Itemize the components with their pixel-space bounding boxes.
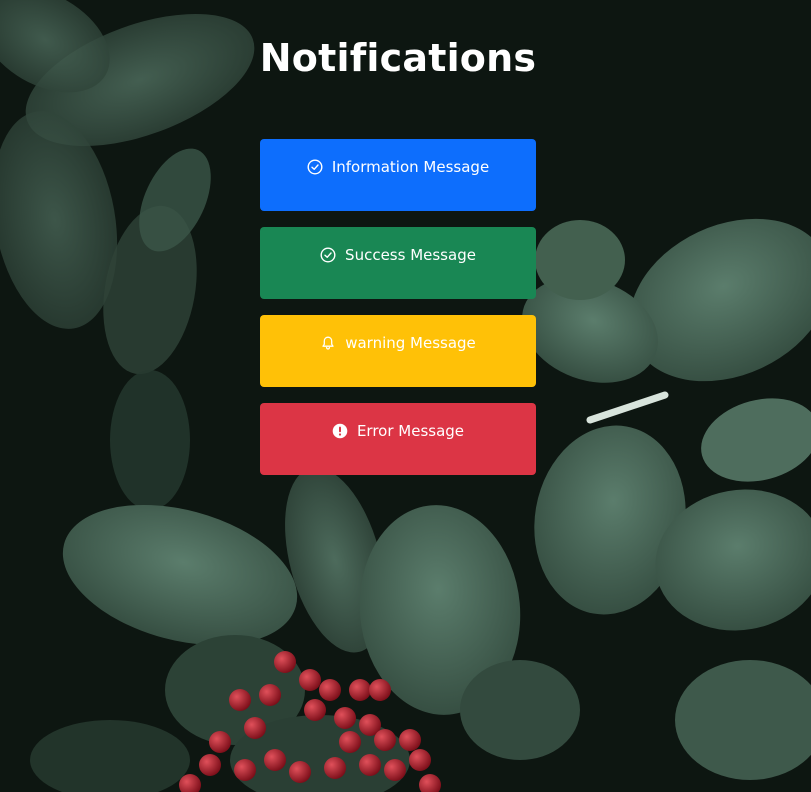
notification-buttons: Information Message Success Message warn… [260,139,536,491]
success-message-label: Success Message [345,246,476,264]
check-circle-icon [320,247,336,263]
page: Notifications Information Message Succes… [0,0,811,792]
warning-message-button[interactable]: warning Message [260,315,536,387]
error-message-button[interactable]: Error Message [260,403,536,475]
warning-message-label: warning Message [345,334,476,352]
exclamation-circle-icon [332,423,348,439]
page-title: Notifications [259,36,537,80]
bell-icon [320,335,336,351]
check-circle-icon [307,159,323,175]
information-message-label: Information Message [331,158,490,176]
information-message-button[interactable]: Information Message [260,139,536,211]
success-message-button[interactable]: Success Message [260,227,536,299]
error-message-label: Error Message [356,422,465,440]
